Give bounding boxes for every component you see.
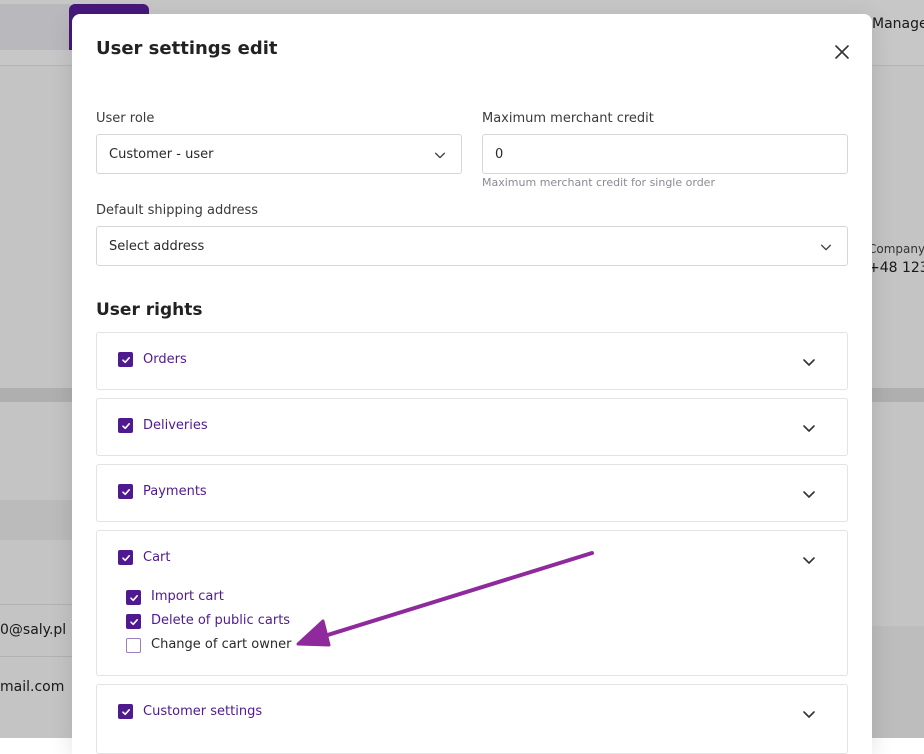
right-card-orders: Orders xyxy=(96,332,848,390)
right-card-deliveries: Deliveries xyxy=(96,398,848,456)
change-cart-owner-checkbox[interactable] xyxy=(126,638,141,653)
close-button[interactable] xyxy=(830,40,854,64)
checkmark-icon xyxy=(121,421,131,431)
import-cart-checkbox[interactable] xyxy=(126,590,141,605)
right-header-orders[interactable]: Orders xyxy=(97,333,847,389)
chevron-down-icon[interactable] xyxy=(801,354,817,370)
right-card-customer-settings: Customer settings xyxy=(96,684,848,754)
chevron-down-icon[interactable] xyxy=(801,552,817,568)
modal-header: User settings edit xyxy=(72,14,872,86)
payments-label: Payments xyxy=(143,484,207,499)
right-card-cart: Cart Import cart Delete of public carts … xyxy=(96,530,848,676)
max-credit-field[interactable] xyxy=(482,134,848,174)
checkmark-icon xyxy=(121,553,131,563)
user-role-select[interactable]: Customer - user xyxy=(96,134,462,174)
delete-public-carts-label: Delete of public carts xyxy=(151,613,290,628)
shipping-address-select[interactable]: Select address xyxy=(96,226,848,266)
cart-label: Cart xyxy=(143,550,171,565)
deliveries-label: Deliveries xyxy=(143,418,208,433)
customer-settings-label: Customer settings xyxy=(143,704,262,719)
user-rights-title: User rights xyxy=(96,300,202,320)
chevron-down-icon xyxy=(819,240,833,254)
max-credit-input[interactable] xyxy=(495,147,835,162)
right-header-deliveries[interactable]: Deliveries xyxy=(97,399,847,455)
chevron-down-icon[interactable] xyxy=(801,486,817,502)
import-cart-label: Import cart xyxy=(151,589,224,604)
checkmark-icon xyxy=(121,355,131,365)
checkmark-icon xyxy=(129,617,139,627)
checkmark-icon xyxy=(121,707,131,717)
shipping-address-label: Default shipping address xyxy=(96,203,258,218)
user-role-value: Customer - user xyxy=(109,147,213,162)
modal-title: User settings edit xyxy=(96,38,278,59)
checkmark-icon xyxy=(121,487,131,497)
orders-label: Orders xyxy=(143,352,187,367)
orders-checkbox[interactable] xyxy=(118,352,133,367)
max-credit-label: Maximum merchant credit xyxy=(482,111,654,126)
customer-settings-checkbox[interactable] xyxy=(118,704,133,719)
chevron-down-icon[interactable] xyxy=(801,420,817,436)
cart-checkbox[interactable] xyxy=(118,550,133,565)
checkmark-icon xyxy=(129,593,139,603)
right-header-payments[interactable]: Payments xyxy=(97,465,847,521)
user-settings-modal: User settings edit User role Customer - … xyxy=(72,14,872,754)
chevron-down-icon[interactable] xyxy=(801,706,817,722)
shipping-address-value: Select address xyxy=(109,239,204,254)
payments-checkbox[interactable] xyxy=(118,484,133,499)
deliveries-checkbox[interactable] xyxy=(118,418,133,433)
close-icon xyxy=(830,40,854,64)
user-role-label: User role xyxy=(96,111,154,126)
right-card-payments: Payments xyxy=(96,464,848,522)
chevron-down-icon xyxy=(433,148,447,162)
max-credit-hint: Maximum merchant credit for single order xyxy=(482,176,715,189)
right-header-cart[interactable]: Cart xyxy=(97,531,847,587)
right-header-customer-settings[interactable]: Customer settings xyxy=(97,685,847,741)
delete-public-carts-checkbox[interactable] xyxy=(126,614,141,629)
change-cart-owner-label: Change of cart owner xyxy=(151,637,291,652)
